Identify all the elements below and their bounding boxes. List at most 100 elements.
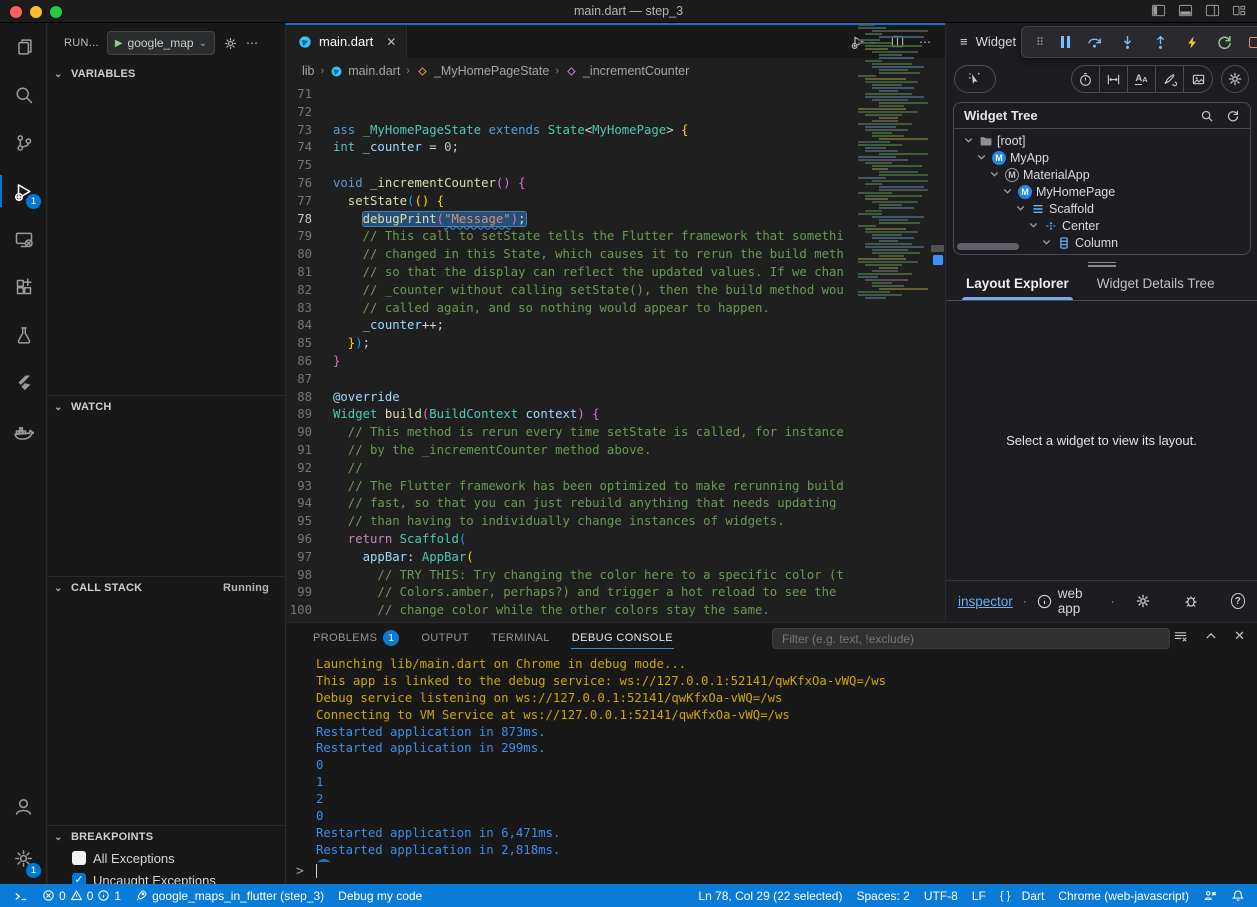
line-number[interactable]: 85 (286, 335, 333, 353)
activity-search-icon[interactable] (0, 71, 47, 119)
close-panel-icon[interactable]: ✕ (1234, 628, 1245, 644)
language-mode[interactable]: { } Dart (993, 889, 1051, 903)
bell-icon[interactable] (1224, 889, 1257, 903)
step-into-icon[interactable] (1119, 33, 1136, 51)
chevron-down-icon[interactable] (962, 134, 975, 147)
activity-docker-icon[interactable] (0, 407, 47, 455)
close-icon[interactable]: ✕ (386, 35, 396, 49)
bug-report-icon[interactable] (1183, 593, 1199, 609)
line-number[interactable]: 96 (286, 531, 333, 549)
breadcrumb-item[interactable]: lib (302, 64, 315, 78)
line-number[interactable]: 86 (286, 353, 333, 371)
menu-icon[interactable]: ≡ (960, 34, 968, 49)
breadcrumb-item[interactable]: main.dart (330, 64, 400, 78)
activity-remote-explorer-icon[interactable] (0, 215, 47, 263)
editor-scrollbar[interactable] (930, 23, 945, 559)
activity-flutter-icon[interactable] (0, 359, 47, 407)
step-out-icon[interactable] (1152, 33, 1169, 51)
line-number[interactable]: 74 (286, 139, 333, 157)
line-number[interactable]: 83 (286, 300, 333, 318)
eol-status[interactable]: LF (965, 889, 993, 903)
widget-tree-node[interactable]: Scaffold (954, 200, 1250, 217)
widget-tree-node[interactable]: M MaterialApp (954, 166, 1250, 183)
show-guidelines-icon[interactable] (1100, 66, 1128, 92)
line-number[interactable]: 71 (286, 86, 333, 104)
chevron-down-icon[interactable] (975, 151, 988, 164)
splitter-handle[interactable] (946, 259, 1257, 269)
breadcrumb-item[interactable]: _MyHomePageState (416, 64, 549, 78)
maximize-panel-icon[interactable] (1204, 629, 1218, 643)
toggle-primary-sidebar-icon[interactable] (1151, 3, 1166, 18)
slow-animations-icon[interactable] (1072, 66, 1100, 92)
encoding-status[interactable]: UTF-8 (917, 889, 965, 903)
filter-input[interactable] (773, 632, 1169, 646)
watch-section-header[interactable]: ⌄ WATCH (48, 397, 285, 417)
task-status[interactable]: Debug my code (331, 884, 429, 907)
activity-explorer-icon[interactable] (0, 23, 47, 71)
pause-icon[interactable] (1061, 33, 1070, 51)
inspector-page-link[interactable]: inspector (958, 594, 1013, 609)
line-number[interactable]: 95 (286, 513, 333, 531)
line-number[interactable]: 94 (286, 495, 333, 513)
chevron-down-icon[interactable] (1014, 202, 1027, 215)
minimap[interactable] (855, 23, 928, 313)
stop-icon[interactable] (1249, 33, 1257, 51)
tab-main-dart[interactable]: main.dart ✕ (286, 25, 407, 58)
widget-tree-node[interactable]: M MyApp (954, 149, 1250, 166)
call-stack-section-header[interactable]: ⌄ CALL STACK Running (48, 578, 285, 598)
variables-section-header[interactable]: ⌄ VARIABLES (48, 64, 285, 84)
activity-accounts-icon[interactable] (0, 780, 47, 832)
panel-tab-terminal[interactable]: TERMINAL (482, 623, 559, 653)
toggle-secondary-sidebar-icon[interactable] (1205, 3, 1220, 18)
search-icon[interactable] (1200, 109, 1214, 123)
breadcrumb-item[interactable]: _incrementCounter (565, 64, 689, 78)
line-number[interactable]: 98 (286, 567, 333, 585)
chevron-down-icon[interactable] (1001, 185, 1014, 198)
line-number[interactable]: 79 (286, 228, 333, 246)
activity-run-and-debug-icon[interactable]: 1 (0, 167, 47, 215)
line-number[interactable]: 92 (286, 460, 333, 478)
tab-layout-explorer[interactable]: Layout Explorer (956, 270, 1079, 300)
help-icon[interactable]: ? (1231, 593, 1245, 609)
highlight-oversized-images-icon[interactable] (1184, 66, 1212, 92)
select-widget-mode-button[interactable] (954, 65, 996, 93)
widget-tree-node[interactable]: Center (954, 217, 1250, 234)
drag-handle-icon[interactable]: ⠿ (1036, 33, 1045, 51)
code-editor[interactable]: 717273ass _MyHomePageState extends State… (286, 86, 852, 622)
line-number[interactable]: 77 (286, 193, 333, 211)
toggle-panel-icon[interactable] (1178, 3, 1193, 18)
breakpoint-item[interactable]: All Exceptions (48, 847, 285, 869)
runtime-status[interactable]: Chrome (web-javascript) (1051, 889, 1196, 903)
breakpoints-section-header[interactable]: ⌄ BREAKPOINTS (48, 827, 285, 847)
launch-configuration-dropdown[interactable]: ▶ google_map ⌄ (107, 31, 215, 55)
customize-layout-icon[interactable] (1232, 3, 1247, 18)
chevron-down-icon[interactable] (988, 168, 1001, 181)
debug-console-input[interactable]: > (286, 862, 1257, 880)
line-number[interactable]: 75 (286, 157, 333, 175)
restart-icon[interactable] (1216, 33, 1233, 51)
line-number[interactable]: 89 (286, 406, 333, 424)
tab-widget-details-tree[interactable]: Widget Details Tree (1087, 270, 1225, 300)
launch-status[interactable]: google_maps_in_flutter (step_3) (128, 884, 331, 907)
cursor-position[interactable]: Ln 78, Col 29 (22 selected) (691, 889, 849, 903)
show-baselines-icon[interactable]: AA (1128, 66, 1156, 92)
chevron-down-icon[interactable] (1027, 219, 1040, 232)
more-actions-icon[interactable]: ⋯ (246, 36, 258, 50)
widget-tree-node[interactable]: [root] (954, 132, 1250, 149)
line-number[interactable]: 88 (286, 389, 333, 407)
line-number[interactable]: 91 (286, 442, 333, 460)
line-number[interactable]: 93 (286, 478, 333, 496)
refresh-icon[interactable] (1226, 109, 1240, 123)
step-over-icon[interactable] (1086, 33, 1103, 51)
highlight-repaints-icon[interactable] (1156, 66, 1184, 92)
line-number[interactable]: 82 (286, 282, 333, 300)
line-number[interactable]: 84 (286, 317, 333, 335)
checkbox[interactable] (72, 851, 86, 865)
chevron-down-icon[interactable] (1040, 236, 1053, 249)
panel-tab-problems[interactable]: PROBLEMS1 (304, 623, 408, 653)
panel-tab-output[interactable]: OUTPUT (412, 623, 478, 653)
line-number[interactable]: 99 (286, 584, 333, 602)
line-number[interactable]: 87 (286, 371, 333, 389)
hot-reload-icon[interactable] (1185, 33, 1200, 51)
line-number[interactable]: 78 (286, 211, 333, 229)
